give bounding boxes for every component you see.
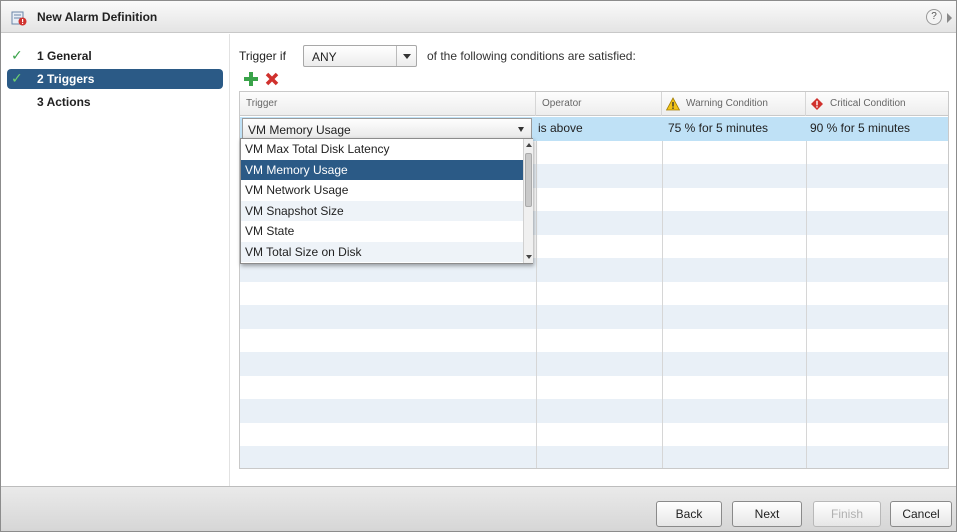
critical-icon [810, 97, 824, 111]
check-icon: ✓ [11, 70, 23, 86]
warning-condition-cell[interactable]: 75 % for 5 minutes [668, 121, 768, 135]
column-header-trigger[interactable]: Trigger [240, 92, 536, 116]
dropdown-scrollbar[interactable] [523, 139, 533, 263]
step-actions[interactable]: 3 Actions [7, 92, 223, 112]
new-alarm-definition-dialog: New Alarm Definition ? ✓ 1 General ✓ 2 T… [0, 0, 957, 532]
column-divider [662, 117, 663, 468]
table-row [240, 282, 948, 306]
step-number: 1 [37, 49, 44, 63]
chevron-down-icon[interactable] [513, 119, 531, 139]
sidebar-divider [229, 34, 230, 486]
trigger-rule-suffix: of the following conditions are satisfie… [427, 49, 636, 63]
table-row [240, 305, 948, 329]
trigger-match-value: ANY [312, 50, 337, 64]
operator-cell[interactable]: is above [538, 121, 583, 135]
next-button[interactable]: Next [732, 501, 802, 527]
alarm-definition-icon [11, 10, 27, 26]
dropdown-option[interactable]: VM State [241, 221, 523, 242]
critical-condition-cell[interactable]: 90 % for 5 minutes [810, 121, 910, 135]
step-number: 3 [37, 95, 44, 109]
title-bar: New Alarm Definition ? [1, 1, 956, 33]
chevron-down-icon[interactable] [396, 46, 416, 66]
column-divider [536, 117, 537, 468]
table-row [240, 329, 948, 353]
table-header: Trigger Operator Warning Condition Criti… [240, 92, 948, 116]
scroll-down-icon[interactable] [526, 255, 532, 259]
scroll-thumb[interactable] [525, 153, 532, 207]
table-row [240, 376, 948, 400]
step-triggers[interactable]: ✓ 2 Triggers [7, 69, 223, 89]
dropdown-option[interactable]: VM Total Size on Disk [241, 241, 523, 262]
step-label: Triggers [47, 72, 95, 86]
trigger-metric-value: VM Memory Usage [248, 123, 351, 137]
dialog-footer: Back Next Finish Cancel [1, 486, 956, 531]
step-general[interactable]: ✓ 1 General [7, 46, 223, 66]
dropdown-option[interactable]: VM Max Total Disk Latency [241, 139, 523, 160]
column-divider [806, 117, 807, 468]
trigger-metric-dropdown: VM Max Total Disk Latency VM Memory Usag… [240, 138, 533, 264]
wizard-steps: ✓ 1 General ✓ 2 Triggers 3 Actions [1, 34, 229, 486]
back-button[interactable]: Back [656, 501, 722, 527]
step-number: 2 [37, 72, 44, 86]
table-row [240, 446, 948, 468]
column-header-operator[interactable]: Operator [536, 92, 662, 116]
cancel-button[interactable]: Cancel [890, 501, 952, 527]
scroll-up-icon[interactable] [526, 143, 532, 147]
step-label: General [47, 49, 92, 63]
dialog-title: New Alarm Definition [37, 10, 158, 24]
table-row [240, 399, 948, 423]
table-row [240, 352, 948, 376]
add-trigger-icon[interactable] [244, 72, 258, 86]
remove-trigger-icon[interactable] [265, 72, 279, 86]
step-label: Actions [46, 95, 91, 109]
expand-arrow-icon[interactable] [947, 13, 952, 23]
warning-icon [665, 97, 681, 111]
trigger-match-select[interactable]: ANY [303, 45, 417, 67]
finish-button[interactable]: Finish [813, 501, 881, 527]
column-header-warning[interactable]: Warning Condition [662, 92, 806, 116]
trigger-if-label: Trigger if [239, 49, 286, 63]
help-icon[interactable]: ? [926, 9, 942, 25]
dropdown-option[interactable]: VM Snapshot Size [241, 200, 523, 221]
column-header-critical[interactable]: Critical Condition [806, 92, 948, 116]
table-row [240, 423, 948, 447]
trigger-metric-select[interactable]: VM Memory Usage [242, 118, 532, 140]
dropdown-option-highlighted[interactable]: VM Memory Usage [241, 159, 523, 180]
check-icon: ✓ [11, 47, 23, 63]
dropdown-option[interactable]: VM Network Usage [241, 180, 523, 201]
